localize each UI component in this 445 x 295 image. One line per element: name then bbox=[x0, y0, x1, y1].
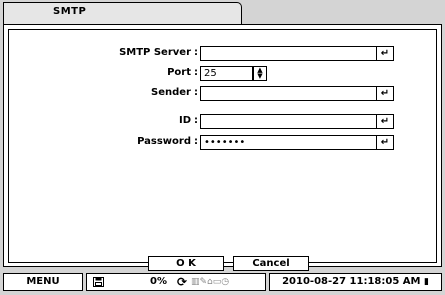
password-value: ••••••• bbox=[204, 137, 246, 148]
port-input[interactable]: 25 bbox=[200, 66, 253, 81]
port-colon: : bbox=[194, 67, 198, 78]
id-input[interactable]: ↵ bbox=[200, 114, 394, 129]
ok-button[interactable]: O K bbox=[148, 256, 224, 271]
tab-shape bbox=[3, 2, 242, 24]
smtp-server-label: SMTP Server bbox=[119, 47, 191, 58]
enter-icon[interactable]: ↵ bbox=[376, 47, 393, 60]
datetime-display: 2010-08-27 11:18:05 AM ▮ bbox=[269, 273, 442, 291]
menu-button[interactable]: MENU bbox=[3, 273, 83, 291]
password-label: Password bbox=[137, 136, 191, 147]
port-label: Port bbox=[167, 67, 191, 78]
stepper-down-icon[interactable]: ▼ bbox=[254, 73, 266, 80]
enter-icon[interactable]: ↵ bbox=[376, 136, 393, 149]
refresh-icon: ⟳ bbox=[177, 275, 188, 289]
port-value: 25 bbox=[204, 68, 217, 79]
id-colon: : bbox=[194, 115, 198, 126]
smtp-server-colon: : bbox=[194, 47, 198, 58]
status-bar: MENU 0% ⟳ ▥✎⌂▭◷ 2010-08-27 11:18:05 AM ▮ bbox=[3, 273, 442, 291]
record-status-icons: ▥✎⌂▭◷ bbox=[191, 277, 230, 287]
smtp-server-input[interactable]: ↵ bbox=[200, 46, 394, 61]
datetime-text: 2010-08-27 11:18:05 AM bbox=[282, 276, 421, 287]
password-colon: : bbox=[194, 136, 198, 147]
port-stepper[interactable]: ▲ ▼ bbox=[253, 66, 267, 81]
tab-label: SMTP bbox=[53, 6, 87, 17]
floppy-disk-icon bbox=[93, 277, 104, 293]
cancel-button[interactable]: Cancel bbox=[233, 256, 309, 271]
disk-usage: 0% bbox=[150, 276, 167, 287]
id-label: ID bbox=[178, 115, 191, 126]
enter-icon[interactable]: ↵ bbox=[376, 87, 393, 100]
status-indicators: 0% ⟳ ▥✎⌂▭◷ bbox=[86, 273, 266, 291]
enter-icon[interactable]: ↵ bbox=[376, 115, 393, 128]
password-input[interactable]: ••••••• ↵ bbox=[200, 135, 394, 150]
sender-colon: : bbox=[194, 87, 198, 98]
tab-smtp[interactable]: SMTP bbox=[3, 2, 242, 24]
sender-label: Sender bbox=[151, 87, 191, 98]
lock-icon: ▮ bbox=[423, 277, 429, 287]
sender-input[interactable]: ↵ bbox=[200, 86, 394, 101]
